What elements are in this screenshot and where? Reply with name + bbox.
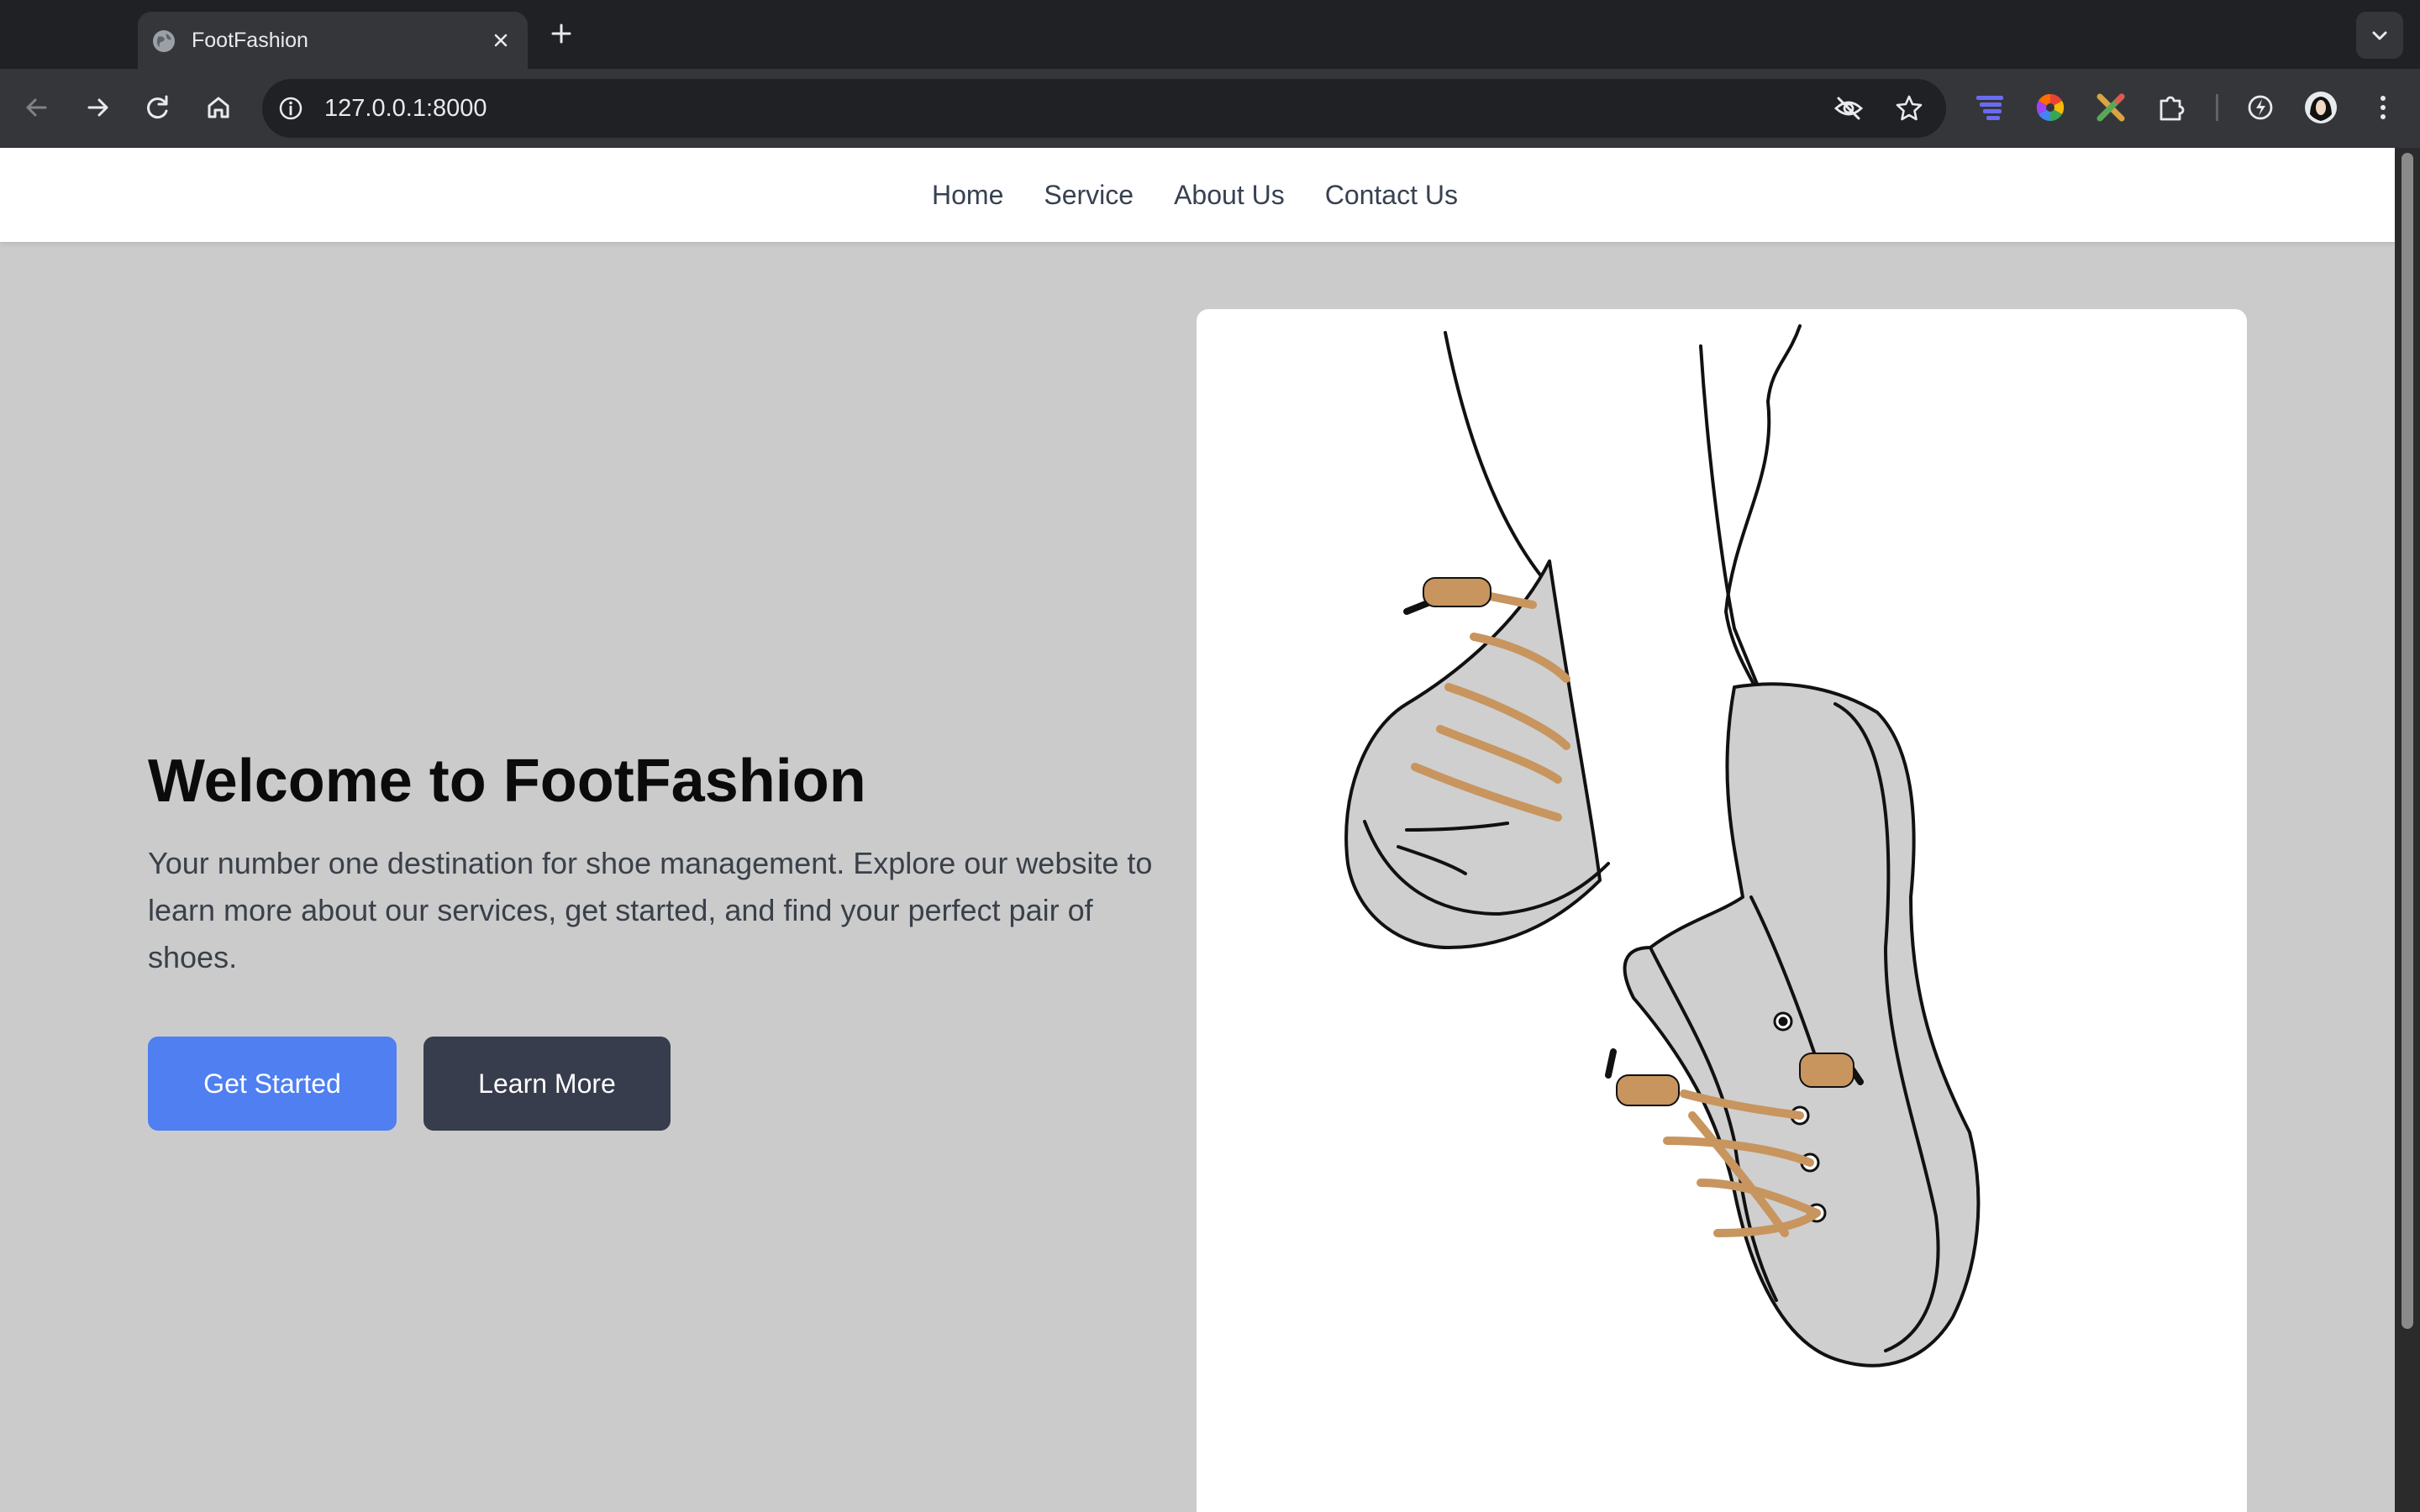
avatar-icon[interactable]	[2302, 89, 2339, 126]
toolbar-separator	[2216, 94, 2218, 121]
browser-tab[interactable]: FootFashion	[138, 12, 528, 69]
menu-stack-icon[interactable]	[1971, 89, 2008, 126]
page-scrollbar[interactable]	[2395, 148, 2420, 1512]
home-icon[interactable]	[198, 87, 239, 128]
eye-off-icon[interactable]	[1832, 92, 1865, 125]
tab-title: FootFashion	[192, 29, 308, 52]
globe-icon	[153, 30, 175, 52]
hero-description: Your number one destination for shoe man…	[148, 846, 1153, 974]
address-bar[interactable]: 127.0.0.1:8000	[262, 79, 1946, 138]
sneakers-illustration	[1344, 324, 1981, 1368]
site-navbar: Home Service About Us Contact Us	[0, 148, 2395, 242]
tab-search-button[interactable]	[2356, 12, 2403, 59]
color-wheel-icon[interactable]	[2032, 89, 2069, 126]
browser-tabstrip: FootFashion	[0, 0, 2420, 69]
get-started-button[interactable]: Get Started	[148, 1037, 397, 1131]
close-icon[interactable]	[486, 25, 516, 55]
reload-icon[interactable]	[138, 87, 178, 128]
plus-icon[interactable]	[544, 17, 578, 50]
url-text[interactable]: 127.0.0.1:8000	[324, 94, 487, 123]
hero-image-card	[1197, 309, 2247, 1512]
scrollbar-thumb[interactable]	[2402, 153, 2413, 1329]
nav-link-about-us[interactable]: About Us	[1174, 178, 1285, 212]
nav-link-home[interactable]: Home	[932, 178, 1003, 212]
sync-icon[interactable]	[2242, 89, 2279, 126]
cross-tools-icon[interactable]	[2092, 89, 2129, 126]
info-icon[interactable]	[276, 93, 306, 123]
arrow-right-icon[interactable]	[77, 87, 118, 128]
puzzle-icon[interactable]	[2153, 89, 2190, 126]
nav-link-service[interactable]: Service	[1044, 178, 1134, 212]
star-icon[interactable]	[1892, 92, 1926, 125]
chevron-down-icon	[2372, 31, 2387, 40]
hero-title: Welcome to FootFashion	[148, 748, 866, 815]
more-vertical-icon[interactable]	[2365, 89, 2402, 126]
learn-more-button[interactable]: Learn More	[424, 1037, 671, 1131]
nav-link-contact-us[interactable]: Contact Us	[1325, 178, 1458, 212]
arrow-left-icon[interactable]	[17, 87, 57, 128]
